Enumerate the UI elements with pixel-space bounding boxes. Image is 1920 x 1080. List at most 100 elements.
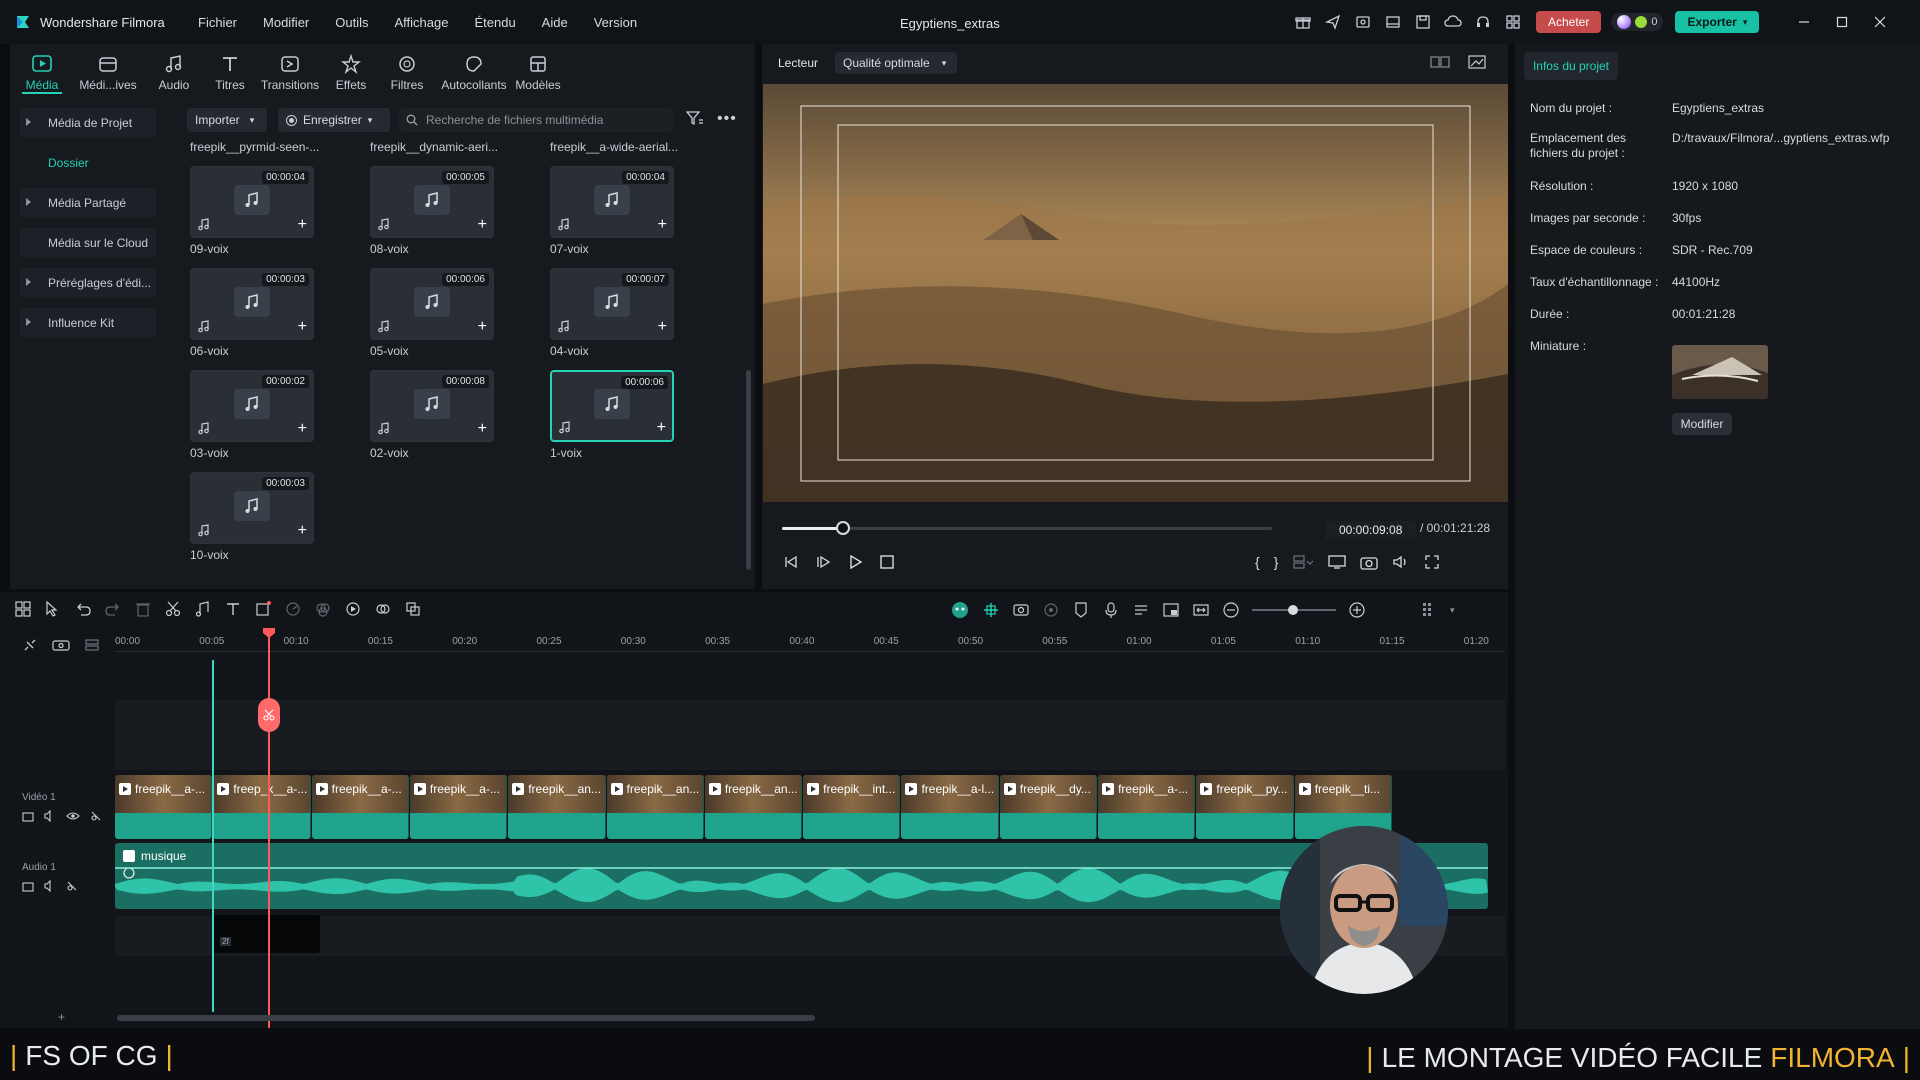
apps-grid-icon[interactable] (1498, 9, 1528, 35)
add-to-timeline-icon[interactable]: + (478, 319, 487, 335)
render-preview-icon[interactable] (1042, 601, 1060, 619)
player-tab[interactable]: Lecteur (778, 56, 818, 70)
sidebar-item-cloud-media[interactable]: Média sur le Cloud (20, 228, 156, 258)
mark-out-icon[interactable]: } (1274, 554, 1279, 570)
media-thumbnail[interactable]: 00:00:04 + (550, 166, 674, 238)
playback-progress-track[interactable] (782, 527, 1272, 530)
headset-icon[interactable] (1468, 9, 1498, 35)
project-thumbnail[interactable] (1672, 345, 1768, 399)
video-clip[interactable]: freepik__a-... (409, 775, 508, 839)
video-clip[interactable]: freepik__int... (803, 775, 901, 839)
media-thumbnail[interactable]: 00:00:02 + (190, 370, 314, 442)
insert-clip-icon[interactable] (1292, 554, 1314, 570)
media-thumbnail[interactable]: 00:00:03 + (190, 472, 314, 544)
media-thumbnail[interactable]: 00:00:08 + (370, 370, 494, 442)
zoom-out-icon[interactable] (1222, 601, 1240, 619)
media-thumbnail[interactable]: 00:00:06 + (370, 268, 494, 340)
layout-icon[interactable] (1378, 9, 1408, 35)
menu-version[interactable]: Version (594, 15, 637, 30)
empty-clip[interactable]: 2f (212, 915, 320, 953)
timeline-scrollbar[interactable] (117, 1015, 815, 1021)
close-icon[interactable] (1865, 9, 1895, 35)
buy-button[interactable]: Acheter (1536, 11, 1602, 33)
speed-icon[interactable] (284, 600, 302, 618)
compare-view-icon[interactable] (1430, 55, 1450, 69)
zoom-in-icon[interactable] (1348, 601, 1366, 619)
modify-thumbnail-button[interactable]: Modifier (1672, 413, 1732, 435)
filter-sort-icon[interactable] (686, 110, 704, 126)
video-clip[interactable]: freepik__a-l... (901, 775, 999, 839)
tab-filters[interactable]: Filtres (377, 50, 437, 92)
save-icon[interactable] (1408, 9, 1438, 35)
zoom-slider[interactable] (1252, 601, 1336, 619)
layout-grid-icon[interactable] (14, 600, 32, 618)
audio-edit-icon[interactable] (194, 600, 212, 618)
video-clip[interactable]: freepik__a-... (115, 775, 213, 839)
add-to-timeline-icon[interactable]: + (298, 421, 307, 437)
marker-icon[interactable] (1072, 601, 1090, 619)
current-time[interactable]: 00:00:09:08 (1325, 521, 1417, 539)
add-to-timeline-icon[interactable]: + (298, 217, 307, 233)
folder-track-icon[interactable] (22, 880, 34, 892)
playhead-line[interactable] (268, 628, 270, 1028)
chevron-down-icon[interactable]: ▾ (1450, 605, 1455, 616)
crop-icon[interactable] (254, 600, 272, 618)
sidebar-item-presets[interactable]: Préréglages d'édi... (20, 268, 156, 298)
sidebar-item-shared-media[interactable]: Média Partagé (20, 188, 156, 218)
undo-icon[interactable] (74, 600, 92, 618)
snap-icon[interactable] (982, 601, 1000, 619)
video-clip[interactable]: freepik__an... (704, 775, 803, 839)
folder-track-icon[interactable] (22, 810, 34, 822)
next-frame-icon[interactable] (814, 554, 832, 570)
menu-modifier[interactable]: Modifier (263, 15, 309, 30)
media-library-icon[interactable] (1348, 9, 1378, 35)
video-clip[interactable]: freepik__a-... (1098, 775, 1196, 839)
import-button[interactable]: Importer ▾ (187, 108, 267, 132)
send-icon[interactable] (1318, 9, 1348, 35)
video-clip[interactable]: freepik__an... (606, 775, 704, 839)
speaker-icon[interactable] (44, 880, 56, 892)
tab-stickers[interactable]: Autocollants (440, 50, 508, 92)
menu-aide[interactable]: Aide (542, 15, 568, 30)
tab-audio[interactable]: Audio (144, 50, 204, 92)
add-to-timeline-icon[interactable]: + (658, 319, 667, 335)
add-track-icon[interactable] (52, 637, 70, 653)
quality-select[interactable]: Qualité optimale ▾ (835, 52, 957, 74)
video-clip[interactable]: freepik__a-... (311, 775, 409, 839)
fit-timeline-icon[interactable] (1192, 601, 1210, 619)
add-to-timeline-icon[interactable]: + (478, 217, 487, 233)
maximize-icon[interactable] (1827, 9, 1857, 35)
audio-mixer-icon[interactable] (1132, 601, 1150, 619)
more-options-icon[interactable]: ••• (717, 110, 737, 128)
display-settings-icon[interactable] (1328, 554, 1347, 570)
tab-templates[interactable]: Modèles (508, 50, 568, 92)
delete-icon[interactable] (134, 600, 152, 618)
export-button[interactable]: Exporter ▾ (1675, 11, 1760, 33)
media-thumbnail[interactable]: 00:00:03 + (190, 268, 314, 340)
camera-snapshot-icon[interactable] (1360, 554, 1379, 570)
cloud-icon[interactable] (1438, 9, 1468, 35)
tab-titles[interactable]: Titres (200, 50, 260, 92)
add-to-timeline-icon[interactable]: + (298, 319, 307, 335)
info-value-location[interactable]: D:/travaux/Filmora/...gyptiens_extras.wf… (1672, 131, 1889, 145)
lock-off-icon[interactable] (66, 880, 78, 892)
add-marker-icon[interactable]: + (58, 1010, 65, 1024)
sidebar-item-influence-kit[interactable]: Influence Kit (20, 308, 156, 338)
menu-affichage[interactable]: Affichage (395, 15, 449, 30)
tab-media[interactable]: Média (12, 50, 72, 92)
mark-in-icon[interactable]: { (1255, 554, 1260, 570)
eye-icon[interactable] (66, 810, 80, 822)
ai-tools-icon[interactable] (344, 600, 362, 618)
media-scrollbar[interactable] (746, 370, 751, 570)
tab-transitions[interactable]: Transitions (260, 50, 320, 92)
motion-tracking-icon[interactable] (374, 600, 392, 618)
add-to-timeline-icon[interactable]: + (658, 217, 667, 233)
ai-copilot-icon[interactable] (950, 600, 970, 620)
fullscreen-icon[interactable] (1424, 554, 1440, 570)
microphone-icon[interactable] (1102, 601, 1120, 619)
search-input[interactable]: Recherche de fichiers multimédia (398, 108, 673, 132)
media-thumbnail[interactable]: 00:00:07 + (550, 268, 674, 340)
text-tool-icon[interactable] (224, 600, 242, 618)
add-to-timeline-icon[interactable]: + (657, 420, 666, 436)
link-off-icon[interactable] (22, 637, 38, 653)
